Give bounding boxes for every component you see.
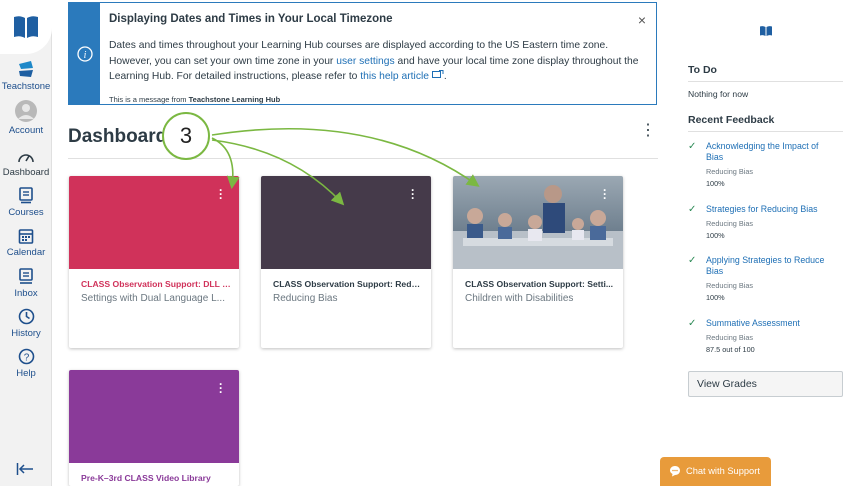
chat-label: Chat with Support <box>686 466 760 476</box>
check-icon: ✓ <box>688 204 697 215</box>
user-settings-link[interactable]: user settings <box>336 56 394 67</box>
dashboard-icon <box>18 154 34 163</box>
feedback-score: 100% <box>706 179 725 188</box>
brand-logo[interactable] <box>0 0 52 54</box>
svg-text:?: ? <box>23 353 29 364</box>
feedback-score: 100% <box>706 293 725 302</box>
nav-label: Teachstone <box>1 81 51 92</box>
alert-source: This is a message from Teachstone Learni… <box>109 95 281 104</box>
nav-calendar[interactable]: Calendar <box>0 228 52 258</box>
avatar-icon <box>15 100 37 122</box>
book-logo-icon <box>14 16 38 38</box>
nav-label: Inbox <box>14 288 38 299</box>
nav-teachstone[interactable]: Teachstone <box>0 60 52 92</box>
clock-icon <box>18 308 34 325</box>
card-subtitle: Children with Disabilities <box>465 293 574 304</box>
timezone-alert: i Displaying Dates and Times in Your Loc… <box>68 2 657 105</box>
chat-support-button[interactable]: Chat with Support <box>660 457 771 486</box>
external-link-icon <box>431 70 444 78</box>
card-title[interactable]: CLASS Observation Support: Setti... <box>465 279 615 289</box>
feedback-title[interactable]: Strategies for Reducing Bias <box>706 204 836 215</box>
course-card[interactable]: · · · CLASS Observation Support: Redu... R… <box>261 176 431 348</box>
courses-icon <box>19 187 33 204</box>
card-options-icon[interactable]: · · · <box>219 184 223 204</box>
alert-text: . <box>443 71 447 82</box>
help-article-link[interactable]: this help article <box>360 70 444 82</box>
feedback-title[interactable]: Acknowledging the Impact of Bias <box>706 141 836 163</box>
card-options-icon[interactable]: · · · <box>411 184 415 204</box>
feedback-title[interactable]: Applying Strategies to Reduce Bias <box>706 255 836 277</box>
card-hero-image: · · · <box>453 176 623 269</box>
card-title[interactable]: CLASS Observation Support: DLL (... <box>81 279 231 289</box>
page-title: Dashboard <box>68 126 168 147</box>
card-subtitle: Settings with Dual Language L... <box>81 293 225 304</box>
check-icon: ✓ <box>688 255 697 266</box>
main-content: i Displaying Dates and Times in Your Loc… <box>52 0 672 486</box>
feedback-item[interactable]: ✓ Applying Strategies to Reduce Bias Red… <box>688 255 848 305</box>
nav-label: Courses <box>8 207 44 218</box>
alert-source-name: Teachstone Learning Hub <box>188 95 281 104</box>
card-hero: · · · <box>261 176 431 269</box>
card-options-icon[interactable]: · · · <box>603 184 607 204</box>
card-title[interactable]: CLASS Observation Support: Redu... <box>273 279 423 289</box>
nav-label: Account <box>8 125 44 136</box>
todo-empty-text: Nothing for now <box>688 89 749 99</box>
nav-history[interactable]: History <box>0 308 52 339</box>
classroom-photo <box>453 185 623 269</box>
global-nav: Teachstone Account Dashboard Courses Cal… <box>0 0 52 486</box>
alert-accent: i <box>69 3 100 104</box>
alert-title: Displaying Dates and Times in Your Local… <box>109 13 393 25</box>
todo-heading: To Do <box>688 64 717 76</box>
card-hero: · · · <box>69 370 239 463</box>
course-card[interactable]: · · · CLASS Observation Support: DLL (... … <box>69 176 239 348</box>
check-icon: ✓ <box>688 318 697 329</box>
alert-body: Dates and times throughout your Learning… <box>109 38 649 85</box>
nav-account[interactable]: Account <box>0 100 52 136</box>
feedback-item[interactable]: ✓ Acknowledging the Impact of Bias Reduc… <box>688 141 848 191</box>
calendar-icon <box>18 229 34 244</box>
nav-label: History <box>11 328 41 339</box>
help-icon: ? <box>18 348 34 365</box>
chat-icon <box>670 466 680 477</box>
right-sidebar: To Do Nothing for now Recent Feedback ✓ … <box>672 0 860 486</box>
inbox-icon <box>19 268 33 284</box>
nav-label: Calendar <box>6 247 46 258</box>
feedback-course: Reducing Bias <box>706 333 754 342</box>
feedback-score: 87.5 out of 100 <box>706 345 755 354</box>
dashboard-options-icon[interactable]: ⋮ <box>640 123 656 139</box>
card-title[interactable]: Pre-K–3rd CLASS Video Library <box>81 473 231 483</box>
teachstone-icon <box>19 61 33 77</box>
course-card[interactable]: · · · CLASS Observation Support: Setti... … <box>453 176 623 348</box>
feedback-item[interactable]: ✓ Strategies for Reducing Bias Reducing … <box>688 204 848 242</box>
feedback-title[interactable]: Summative Assessment <box>706 318 836 329</box>
nav-courses[interactable]: Courses <box>0 187 52 218</box>
nav-label: Dashboard <box>2 167 50 178</box>
nav-dashboard[interactable]: Dashboard <box>0 150 52 178</box>
info-icon: i <box>76 45 93 62</box>
feedback-item[interactable]: ✓ Summative Assessment Reducing Bias 87.… <box>688 318 848 356</box>
divider <box>688 81 843 82</box>
feedback-course: Reducing Bias <box>706 219 754 228</box>
divider <box>68 158 658 159</box>
collapse-nav-icon[interactable] <box>16 462 34 476</box>
view-grades-button[interactable]: View Grades <box>688 371 843 397</box>
check-icon: ✓ <box>688 141 697 152</box>
course-card[interactable]: · · · Pre-K–3rd CLASS Video Library <box>69 370 239 486</box>
card-hero: · · · <box>69 176 239 269</box>
svg-text:i: i <box>83 50 86 61</box>
book-icon <box>760 26 772 36</box>
nav-help[interactable]: ? Help <box>0 348 52 379</box>
card-options-icon[interactable]: · · · <box>219 378 223 398</box>
feedback-heading: Recent Feedback <box>688 114 775 126</box>
annotation-badge: 3 <box>162 112 210 160</box>
close-icon[interactable]: × <box>638 12 646 28</box>
nav-inbox[interactable]: Inbox <box>0 268 52 299</box>
feedback-score: 100% <box>706 231 725 240</box>
feedback-course: Reducing Bias <box>706 167 754 176</box>
card-subtitle: Reducing Bias <box>273 293 338 304</box>
feedback-course: Reducing Bias <box>706 281 754 290</box>
nav-label: Help <box>16 368 36 379</box>
divider <box>688 131 843 132</box>
